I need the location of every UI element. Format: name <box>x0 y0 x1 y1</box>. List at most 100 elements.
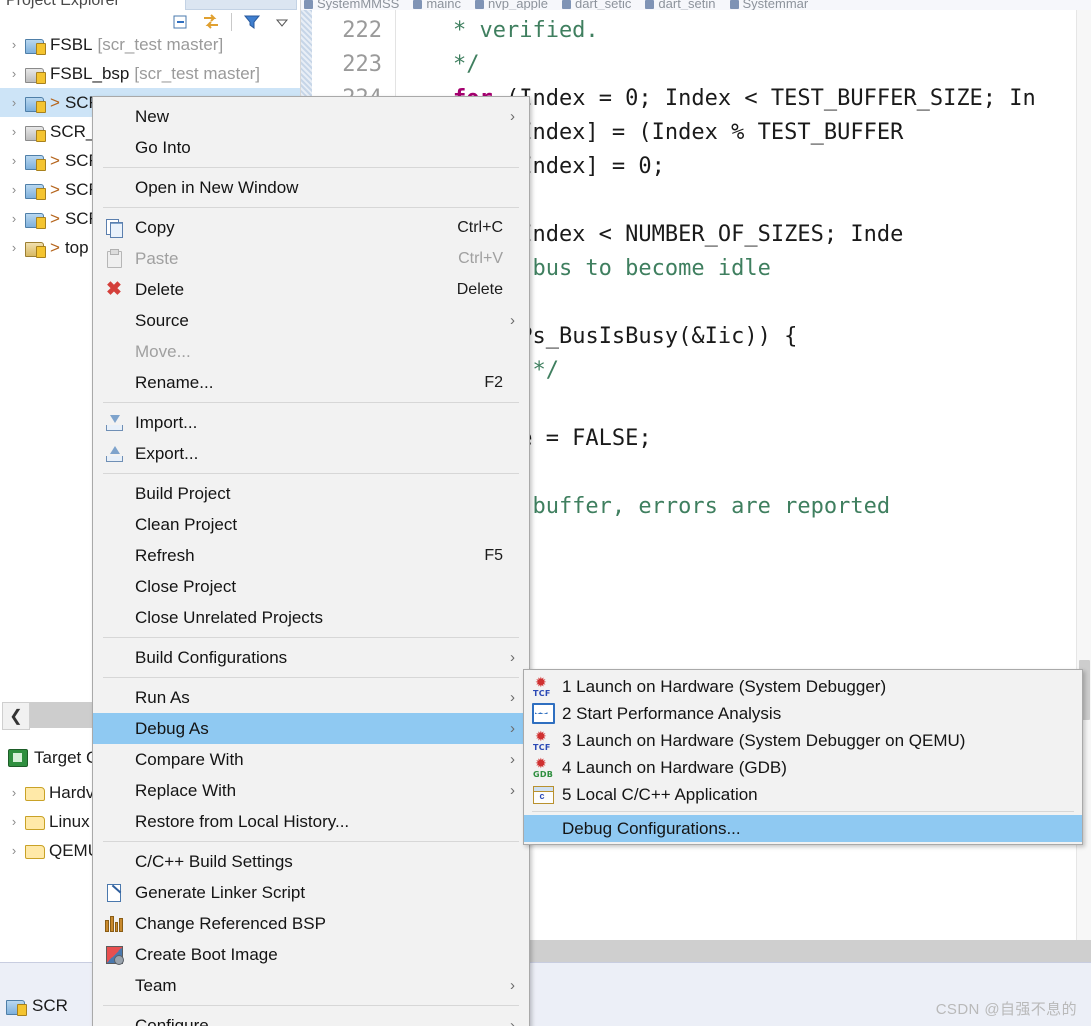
menu-item-move: Move... <box>93 336 529 367</box>
menu-item-new[interactable]: New › <box>93 101 529 132</box>
menu-item-generate-linker-script[interactable]: Generate Linker Script <box>93 877 529 908</box>
menu-item-label: Import... <box>135 412 198 432</box>
menu-item-build-configurations[interactable]: Build Configurations › <box>93 642 529 673</box>
project-explorer-toolbar[interactable] <box>171 12 292 32</box>
menu-item-team[interactable]: Team › <box>93 970 529 1001</box>
menu-item-compare-with[interactable]: Compare With › <box>93 744 529 775</box>
code-line[interactable]: */ <box>400 48 480 82</box>
menu-item-go-into[interactable]: Go Into <box>93 132 529 163</box>
editor-tab[interactable]: SystemMMSS <box>300 0 409 10</box>
menu-item-refresh[interactable]: Refresh F5 <box>93 540 529 571</box>
debug-submenu-item-4[interactable]: ✹ GDB 4 Launch on Hardware (GDB) <box>524 754 1082 781</box>
project-explorer-title: Project Explorer <box>6 0 120 9</box>
editor-tab[interactable]: Systemmar <box>726 0 819 10</box>
expand-arrow-icon[interactable]: › <box>8 153 20 168</box>
menu-item-label: Compare With <box>135 749 244 769</box>
editor-tab[interactable]: mainc <box>409 0 471 10</box>
code-line[interactable]: * verified. <box>400 14 599 48</box>
expand-arrow-icon[interactable]: › <box>8 124 20 139</box>
target-tree-item-label: Hardv <box>49 782 95 802</box>
tcf-debugger-icon: ✹ TCF <box>533 674 551 698</box>
menu-item-clean-project[interactable]: Clean Project <box>93 509 529 540</box>
menu-item-close-unrelated-projects[interactable]: Close Unrelated Projects <box>93 602 529 633</box>
debug-submenu-item-1[interactable]: ✹ TCF 1 Launch on Hardware (System Debugge… <box>524 673 1082 700</box>
menu-separator <box>103 1005 519 1006</box>
link-with-editor-icon[interactable] <box>201 12 221 32</box>
menu-item-copy[interactable]: Copy Ctrl+C <box>93 212 529 243</box>
debug-submenu-item-2[interactable]: 2 Start Performance Analysis <box>524 700 1082 727</box>
menu-item-debug-as[interactable]: Debug As › <box>93 713 529 744</box>
submenu-item-icon-slot: ✹ TCF <box>524 674 562 698</box>
gdb-debugger-icon: ✹ GDB <box>533 755 554 779</box>
menu-item-close-project[interactable]: Close Project <box>93 571 529 602</box>
menu-item-rename[interactable]: Rename... F2 <box>93 367 529 398</box>
context-menu[interactable]: New › Go Into Open in New Window Copy Ctrl+C P… <box>92 96 530 1026</box>
debug-submenu-item-7[interactable]: Debug Configurations... <box>524 815 1082 842</box>
menu-item-configure[interactable]: Configure › <box>93 1010 529 1026</box>
menu-item-shortcut: Ctrl+V <box>458 249 503 267</box>
submenu-chevron-icon: › <box>510 108 515 125</box>
debug-as-submenu[interactable]: ✹ TCF 1 Launch on Hardware (System Debugge… <box>523 669 1083 845</box>
menu-item-shortcut: Delete <box>456 280 503 298</box>
bsp-project-icon <box>25 66 46 84</box>
expand-arrow-icon[interactable]: › <box>8 843 20 858</box>
expand-arrow-icon[interactable]: › <box>8 182 20 197</box>
code-token: (Index = 0; Index < TEST_BUFFER_SIZE; In <box>492 86 1036 111</box>
expand-arrow-icon[interactable]: › <box>8 66 20 81</box>
expand-arrow-icon[interactable]: › <box>8 37 20 52</box>
paste-icon <box>105 248 123 268</box>
scroll-left-button[interactable]: ❮ <box>2 702 30 730</box>
menu-item-label: Go Into <box>135 137 191 157</box>
menu-item-label: Source <box>135 310 189 330</box>
editor-tab-label: dart_setin <box>658 0 716 11</box>
dirty-marker: > <box>50 208 60 228</box>
editor-tab[interactable]: dart_setin <box>641 0 725 10</box>
menu-item-label: Build Configurations <box>135 647 288 667</box>
toolbar-separator <box>231 13 232 31</box>
project-explorer-tab-slot[interactable] <box>185 0 297 10</box>
menu-item-build-project[interactable]: Build Project <box>93 478 529 509</box>
editor-tab[interactable]: nvp_apple <box>471 0 558 10</box>
tcf-debugger-icon: ✹ TCF <box>533 728 551 752</box>
menu-item-shortcut: F5 <box>484 546 503 564</box>
menu-item-label: Paste <box>135 248 179 268</box>
menu-item-paste: Paste Ctrl+V <box>93 243 529 274</box>
expand-arrow-icon[interactable]: › <box>8 785 20 800</box>
tree-item[interactable]: › FSBL_bsp [scr_test master] <box>0 59 300 88</box>
filter-icon[interactable] <box>242 12 262 32</box>
collapse-all-icon[interactable] <box>171 12 191 32</box>
expand-arrow-icon[interactable]: › <box>8 95 20 110</box>
menu-item-run-as[interactable]: Run As › <box>93 682 529 713</box>
expand-arrow-icon[interactable]: › <box>8 240 20 255</box>
folder-icon <box>25 785 45 801</box>
dirty-marker: > <box>50 150 60 170</box>
menu-separator <box>103 841 519 842</box>
target-tree-item-label: Linux <box>49 811 90 831</box>
menu-item-delete[interactable]: ✖ Delete Delete <box>93 274 529 305</box>
editor-tab[interactable]: dart_setic <box>558 0 641 10</box>
menu-item-export[interactable]: Export... <box>93 438 529 469</box>
menu-item-replace-with[interactable]: Replace With › <box>93 775 529 806</box>
menu-item-label: Clean Project <box>135 514 238 534</box>
expand-arrow-icon[interactable]: › <box>8 814 20 829</box>
project-icon <box>6 998 27 1016</box>
submenu-chevron-icon: › <box>510 977 515 994</box>
menu-item-shortcut: Ctrl+C <box>457 218 503 236</box>
view-menu-icon[interactable] <box>272 12 292 32</box>
menu-item-c-c-build-settings[interactable]: C/C++ Build Settings <box>93 846 529 877</box>
submenu-item-label: 3 Launch on Hardware (System Debugger on… <box>562 730 966 750</box>
submenu-item-label: Debug Configurations... <box>562 818 741 838</box>
tree-item[interactable]: › FSBL [scr_test master] <box>0 30 300 59</box>
menu-item-change-referenced-bsp[interactable]: Change Referenced BSP <box>93 908 529 939</box>
menu-item-label: Close Unrelated Projects <box>135 607 324 627</box>
expand-arrow-icon[interactable]: › <box>8 211 20 226</box>
editor-tab-label: Systemmar <box>742 0 809 11</box>
debug-submenu-item-3[interactable]: ✹ TCF 3 Launch on Hardware (System Debugge… <box>524 727 1082 754</box>
menu-item-import[interactable]: Import... <box>93 407 529 438</box>
menu-item-source[interactable]: Source › <box>93 305 529 336</box>
menu-item-restore-from-local-history[interactable]: Restore from Local History... <box>93 806 529 837</box>
menu-item-create-boot-image[interactable]: Create Boot Image <box>93 939 529 970</box>
menu-item-open-in-new-window[interactable]: Open in New Window <box>93 172 529 203</box>
menu-item-label: Copy <box>135 217 175 237</box>
debug-submenu-item-5[interactable]: c 5 Local C/C++ Application <box>524 781 1082 808</box>
